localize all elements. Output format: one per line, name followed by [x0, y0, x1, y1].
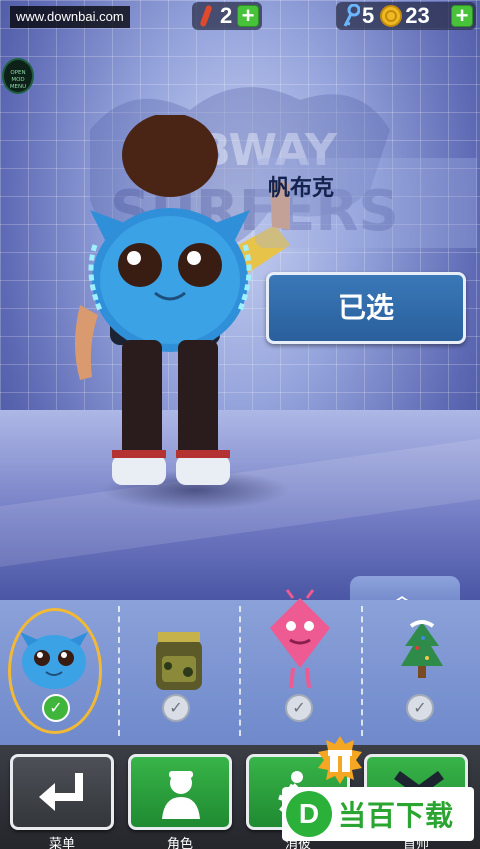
hoverboard-icon: [200, 5, 212, 27]
selected-check-icon: ✓: [42, 694, 70, 722]
boards-counter: 2 +: [192, 2, 262, 30]
camo-backpack-icon: [156, 632, 202, 690]
menu-label: 菜单: [48, 837, 75, 849]
character-icon: [162, 771, 200, 819]
unselected-check-icon: ✓: [285, 694, 313, 722]
brand-text: 当百下载: [338, 799, 455, 832]
role-label: 角色: [166, 837, 193, 849]
coin-icon: [380, 5, 403, 27]
menu-button[interactable]: [10, 754, 114, 830]
coins-count: 23: [405, 3, 430, 28]
add-boards-button[interactable]: +: [237, 5, 259, 27]
unselected-check-icon: ✓: [406, 694, 434, 722]
key-icon: [343, 4, 360, 27]
brand-logo: D: [286, 791, 332, 837]
currency-counter: 5 23 +: [336, 2, 476, 30]
return-arrow-icon: [39, 773, 83, 811]
mod-menu-button[interactable]: OPEN MOD MENU: [2, 58, 34, 94]
site-brand-badge: D 当百下载: [282, 787, 474, 841]
boards-count: 2: [220, 3, 233, 28]
pink-kite-icon: [270, 589, 330, 688]
add-coins-button[interactable]: +: [451, 5, 473, 27]
character-name: 帆布克: [268, 176, 335, 201]
selected-button[interactable]: 已选: [266, 272, 466, 344]
role-button[interactable]: [128, 754, 232, 830]
watermark-text: www.downbai.com: [10, 6, 130, 28]
christmas-tree-icon: [401, 620, 443, 678]
gift-icon[interactable]: [312, 736, 368, 786]
keys-count: 5: [362, 3, 375, 28]
unselected-check-icon: ✓: [162, 694, 190, 722]
